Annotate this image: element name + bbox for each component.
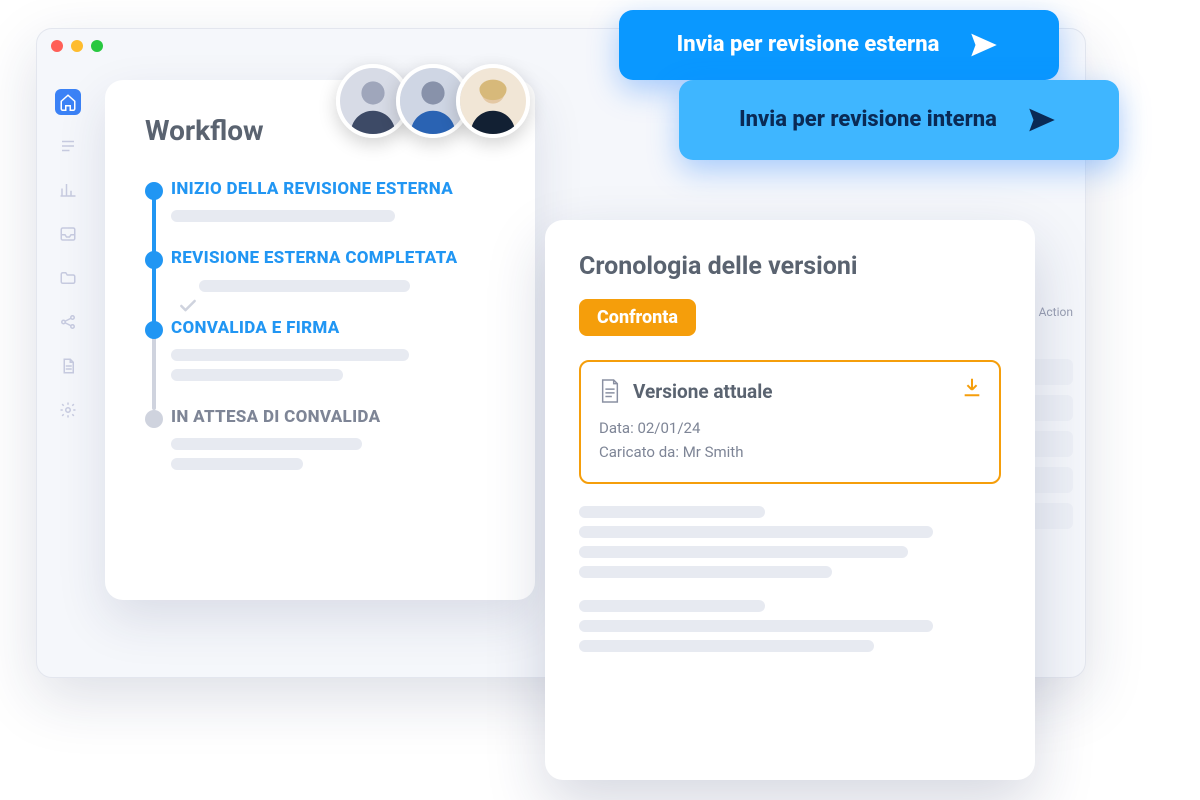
workflow-card: Workflow INIZIO DELLA REVISIONE ESTERNA … [105,80,535,600]
sidebar-list-icon[interactable] [55,133,81,159]
document-icon [599,378,621,404]
button-label: Invia per revisione esterna [677,32,940,57]
current-version-meta: Data: 02/01/24 Caricato da: Mr Smith [599,416,981,464]
placeholder-line [171,458,303,470]
placeholder-line [171,369,343,381]
send-icon [1025,103,1059,137]
workflow-steps: INIZIO DELLA REVISIONE ESTERNA REVISIONE… [145,179,501,470]
left-sidebar [47,89,89,423]
close-dot[interactable] [51,40,63,52]
step-label: IN ATTESA DI CONVALIDA [171,407,501,428]
step-node-icon [145,321,163,339]
workflow-rail [152,189,156,410]
workflow-step-pending: IN ATTESA DI CONVALIDA [171,407,501,470]
minimize-dot[interactable] [71,40,83,52]
sidebar-settings-icon[interactable] [55,397,81,423]
compare-button[interactable]: Confronta [579,299,696,336]
sidebar-chart-icon[interactable] [55,177,81,203]
step-label: INIZIO DELLA REVISIONE ESTERNA [171,179,501,200]
workflow-step: INIZIO DELLA REVISIONE ESTERNA [171,179,501,222]
send-external-review-button[interactable]: Invia per revisione esterna [619,10,1059,80]
workflow-step: REVISIONE ESTERNA COMPLETATA [171,248,501,291]
step-label: REVISIONE ESTERNA COMPLETATA [171,248,501,269]
placeholder-line [579,566,832,578]
sidebar-share-icon[interactable] [55,309,81,335]
send-icon [967,28,1001,62]
meta-label: Data [599,419,630,437]
zoom-dot[interactable] [91,40,103,52]
download-icon[interactable] [961,376,983,398]
step-node-icon [145,410,163,428]
step-node-icon [145,182,163,200]
placeholder-line [579,620,933,632]
meta-value: Mr Smith [683,443,744,461]
sidebar-doc-icon[interactable] [55,353,81,379]
placeholder-line [579,600,765,612]
version-history-card: Cronologia delle versioni Confronta Vers… [545,220,1035,780]
placeholder-line [579,546,908,558]
placeholder-line [199,280,410,292]
placeholder-line [171,349,409,361]
current-version-heading: Versione attuale [633,380,773,403]
current-version-box[interactable]: Versione attuale Data: 02/01/24 Caricato… [579,360,1001,484]
check-icon [177,296,199,316]
sidebar-inbox-icon[interactable] [55,221,81,247]
step-label: CONVALIDA E FIRMA [171,318,501,339]
placeholder-line [171,438,362,450]
placeholder-line [579,526,933,538]
placeholder-line [171,210,395,222]
sidebar-folder-icon[interactable] [55,265,81,291]
placeholder-line [579,506,765,518]
button-label: Invia per revisione interna [739,107,997,132]
version-history-title: Cronologia delle versioni [579,252,1001,281]
older-version-placeholder [579,600,1001,652]
collaborator-avatars [350,64,530,138]
bg-column-action-label: Action [1039,305,1073,319]
meta-label: Caricato da [599,443,675,461]
sidebar-home-icon[interactable] [55,89,81,115]
meta-value: 02/01/24 [637,419,700,437]
current-version-heading-row: Versione attuale [599,378,981,404]
avatar[interactable] [456,64,530,138]
workflow-step: CONVALIDA E FIRMA [171,318,501,381]
older-version-placeholder [579,506,1001,578]
send-internal-review-button[interactable]: Invia per revisione interna [679,80,1119,160]
placeholder-line [579,640,874,652]
step-node-icon [145,251,163,269]
